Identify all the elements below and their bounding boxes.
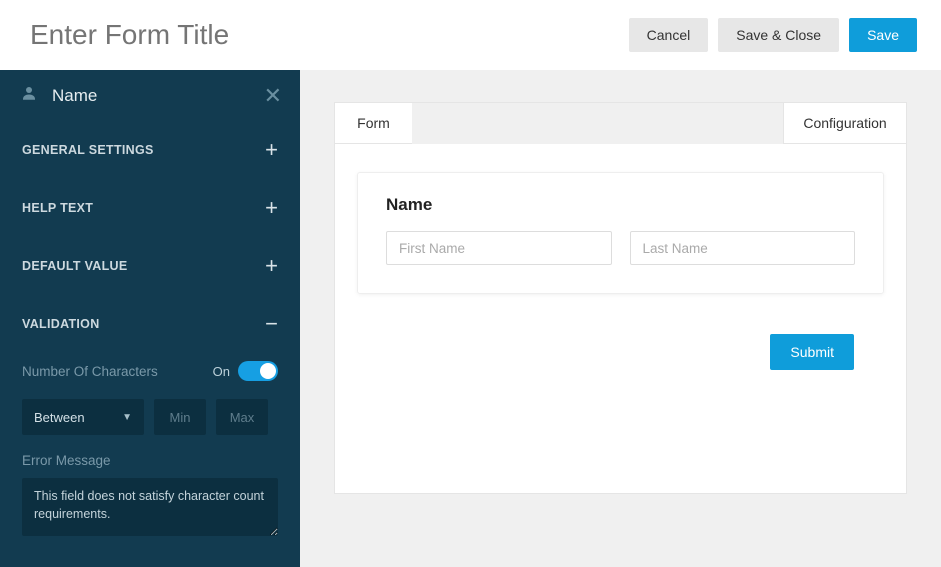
- settings-sidebar: Name ✕ GENERAL SETTINGS + HELP TEXT + DE…: [0, 70, 300, 567]
- save-close-button[interactable]: Save & Close: [718, 18, 839, 52]
- tab-separator: [412, 102, 783, 144]
- form-surface: Name Submit: [334, 144, 907, 494]
- form-title-input[interactable]: [30, 19, 430, 51]
- error-message-label: Error Message: [22, 453, 278, 468]
- min-input[interactable]: [154, 399, 206, 435]
- last-name-input[interactable]: [630, 231, 856, 265]
- close-icon[interactable]: ✕: [264, 85, 282, 107]
- select-value: Between: [34, 410, 85, 425]
- section-label: HELP TEXT: [22, 201, 93, 215]
- plus-icon: +: [265, 197, 278, 219]
- field-title: Name: [386, 195, 855, 215]
- inputs-row: [386, 231, 855, 265]
- tab-bar: Form Configuration: [334, 102, 907, 144]
- switch-state-label: On: [213, 364, 230, 379]
- section-default-value[interactable]: DEFAULT VALUE +: [0, 237, 300, 295]
- person-icon: [20, 84, 38, 107]
- number-of-characters-label: Number Of Characters: [22, 364, 158, 379]
- first-name-input[interactable]: [386, 231, 612, 265]
- cancel-button[interactable]: Cancel: [629, 18, 709, 52]
- range-row: Between ▼: [22, 399, 278, 435]
- sidebar-header: Name ✕: [0, 70, 300, 121]
- tab-configuration[interactable]: Configuration: [783, 102, 907, 144]
- section-general-settings[interactable]: GENERAL SETTINGS +: [0, 121, 300, 179]
- number-of-characters-row: Number Of Characters On: [22, 361, 278, 381]
- switch-wrap: On: [213, 361, 278, 381]
- section-help-text[interactable]: HELP TEXT +: [0, 179, 300, 237]
- tab-form[interactable]: Form: [334, 102, 412, 144]
- save-button[interactable]: Save: [849, 18, 917, 52]
- validation-body: Number Of Characters On Between ▼ Error …: [0, 353, 300, 549]
- form-canvas: Form Configuration Name Submit: [300, 70, 941, 567]
- main-layout: Name ✕ GENERAL SETTINGS + HELP TEXT + DE…: [0, 70, 941, 567]
- plus-icon: +: [265, 255, 278, 277]
- chevron-down-icon: ▼: [122, 412, 132, 423]
- plus-icon: +: [265, 139, 278, 161]
- number-of-characters-toggle[interactable]: [238, 361, 278, 381]
- section-validation[interactable]: VALIDATION −: [0, 295, 300, 353]
- section-label: DEFAULT VALUE: [22, 259, 128, 273]
- switch-knob: [260, 363, 276, 379]
- range-type-select[interactable]: Between ▼: [22, 399, 144, 435]
- header-buttons: Cancel Save & Close Save: [629, 18, 917, 52]
- section-label: VALIDATION: [22, 317, 100, 331]
- top-bar: Cancel Save & Close Save: [0, 0, 941, 70]
- submit-button[interactable]: Submit: [770, 334, 854, 370]
- max-input[interactable]: [216, 399, 268, 435]
- name-field-card[interactable]: Name: [357, 172, 884, 294]
- error-message-textarea[interactable]: This field does not satisfy character co…: [22, 478, 278, 536]
- minus-icon: −: [265, 313, 278, 335]
- field-name-label: Name: [52, 86, 264, 106]
- submit-row: Submit: [357, 334, 884, 370]
- section-label: GENERAL SETTINGS: [22, 143, 154, 157]
